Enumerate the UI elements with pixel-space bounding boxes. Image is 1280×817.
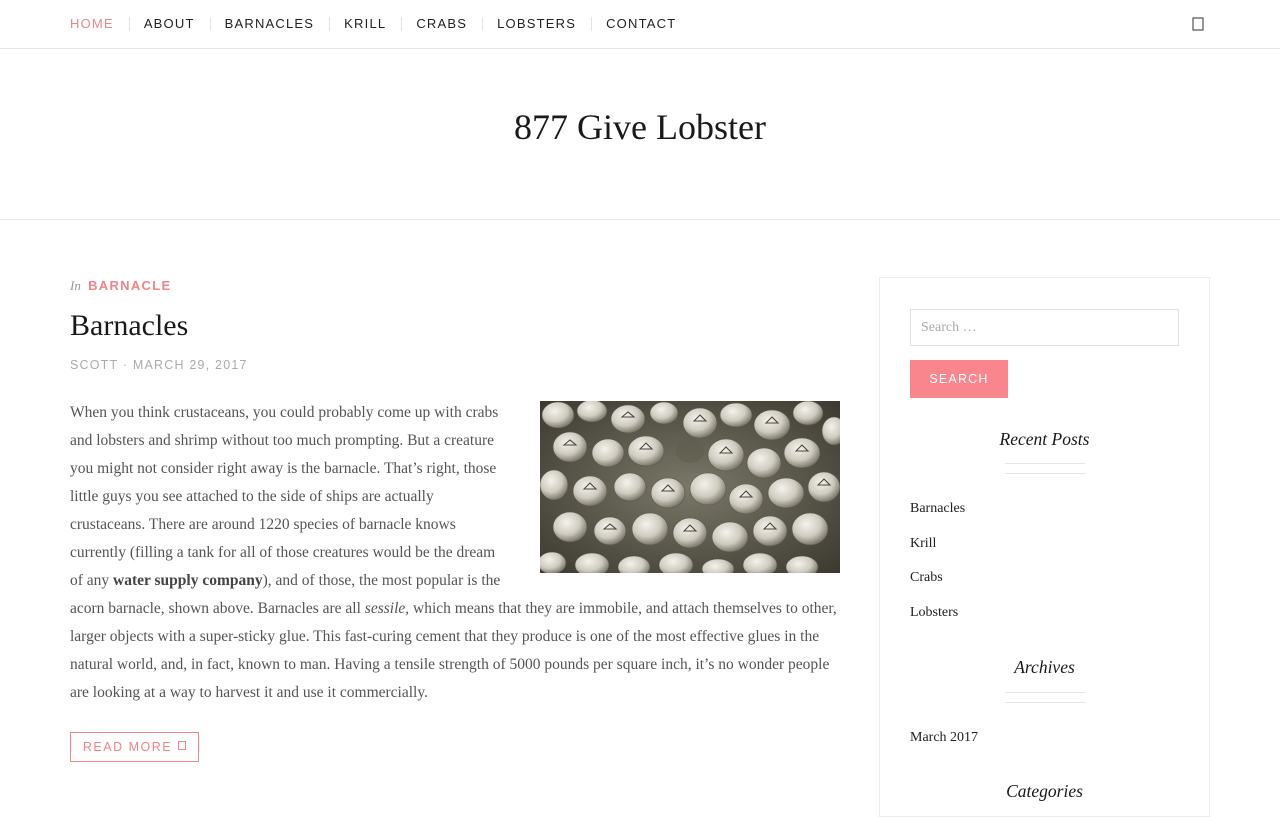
top-navigation: HOME ABOUT BARNACLES KRILL CRABS LOBSTER… <box>0 0 1280 49</box>
water-supply-link[interactable]: water supply company <box>113 572 263 589</box>
nav-item-barnacles[interactable]: BARNACLES <box>209 0 330 48</box>
arrow-right-icon-glyph <box>178 741 187 750</box>
barnacles-image <box>540 401 840 573</box>
search-button[interactable]: SEARCH <box>910 360 1008 398</box>
recent-post-link[interactable]: Krill <box>910 536 936 552</box>
recent-posts-divider <box>1005 463 1085 474</box>
nav-menu: HOME ABOUT BARNACLES KRILL CRABS LOBSTER… <box>70 0 691 48</box>
recent-post-link[interactable]: Lobsters <box>910 605 958 621</box>
archives-title: Archives <box>1014 657 1075 677</box>
nav-item-contact[interactable]: CONTACT <box>591 0 691 48</box>
meta-separator: · <box>122 358 129 372</box>
search-input[interactable] <box>910 309 1179 346</box>
arrow-right-icon <box>178 741 187 753</box>
post-author[interactable]: SCOTT <box>70 358 118 372</box>
search-icon-glyph <box>1192 17 1204 31</box>
read-more-label: READ MORE <box>82 740 173 754</box>
archive-link[interactable]: March 2017 <box>910 730 978 746</box>
nav-item-home[interactable]: HOME <box>70 0 129 48</box>
site-header: 877 Give Lobster <box>0 49 1280 220</box>
nav-item-crabs[interactable]: CRABS <box>401 0 482 48</box>
post-text-part1: When you think crustaceans, you could pr… <box>70 404 499 589</box>
recent-post-link[interactable]: Barnacles <box>910 501 965 517</box>
nav-item-lobsters[interactable]: LOBSTERS <box>482 0 591 48</box>
read-more-button[interactable]: READ MORE <box>70 732 199 762</box>
post-text-emphasis: sessile <box>364 600 406 617</box>
search-icon[interactable] <box>1191 16 1205 32</box>
post-category-line: In BARNACLE <box>70 276 840 296</box>
category-prefix: In <box>70 278 81 293</box>
sidebar: SEARCH Recent Posts Barnacles Krill Crab… <box>879 277 1210 817</box>
post-title[interactable]: Barnacles <box>70 308 840 344</box>
site-title[interactable]: 877 Give Lobster <box>0 106 1280 148</box>
archives-divider <box>1005 692 1085 703</box>
nav-item-krill[interactable]: KRILL <box>329 0 401 48</box>
recent-posts-title: Recent Posts <box>999 429 1090 449</box>
nav-item-about[interactable]: ABOUT <box>128 0 210 48</box>
post-article: In BARNACLE Barnacles SCOTT · MARCH 29, … <box>70 276 840 762</box>
category-link[interactable]: BARNACLE <box>88 278 171 293</box>
recent-post-link[interactable]: Crabs <box>910 570 943 586</box>
categories-title: Categories <box>1006 781 1083 801</box>
post-date[interactable]: MARCH 29, 2017 <box>133 358 248 372</box>
post-meta: SCOTT · MARCH 29, 2017 <box>70 358 840 372</box>
post-excerpt: When you think crustaceans, you could pr… <box>70 399 840 707</box>
